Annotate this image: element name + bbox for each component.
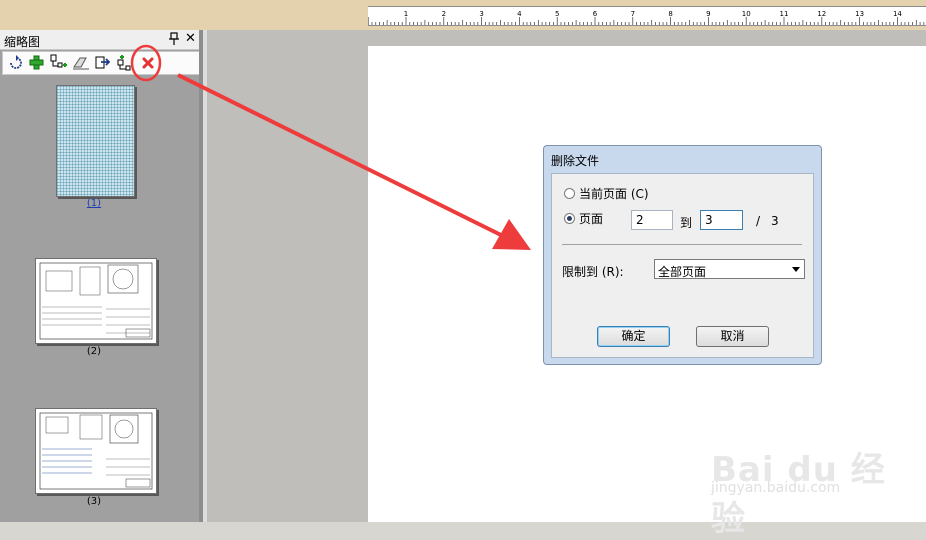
thumbnail-panel: 缩略图 ✕ (1) (2) (3) bbox=[0, 30, 203, 522]
current-page-label: 当前页面 (C) bbox=[579, 187, 649, 201]
total-pages: 3 bbox=[771, 214, 779, 228]
insert-page-icon[interactable] bbox=[49, 54, 67, 72]
ok-button[interactable]: 确定 bbox=[597, 326, 670, 347]
ruler-number: 14 bbox=[893, 10, 902, 18]
dialog-separator bbox=[562, 244, 802, 245]
limit-to-value: 全部页面 bbox=[658, 265, 707, 279]
panel-title-bar: 缩略图 ✕ bbox=[0, 30, 203, 50]
thumbnail-page-3[interactable] bbox=[35, 408, 157, 494]
add-page-icon[interactable] bbox=[28, 54, 46, 72]
ruler-number: 10 bbox=[742, 10, 751, 18]
limit-to-select[interactable]: 全部页面 bbox=[654, 259, 805, 279]
thumbnail-label-3: (3) bbox=[86, 496, 102, 507]
ruler-number: 3 bbox=[479, 10, 483, 18]
horizontal-ruler: 1 2 3 4 5 6 7 8 9 10 11 12 13 14 bbox=[368, 6, 926, 26]
ruler-number: 4 bbox=[517, 10, 522, 18]
from-page-input[interactable] bbox=[631, 210, 673, 230]
extract-page-icon[interactable] bbox=[116, 54, 134, 72]
close-panel-icon[interactable]: ✕ bbox=[185, 31, 196, 46]
thumbnail-list[interactable]: (1) (2) (3) bbox=[0, 75, 203, 522]
thumbnail-label-1: (1) bbox=[86, 198, 102, 209]
ruler-number: 5 bbox=[555, 10, 559, 18]
rotate-icon[interactable] bbox=[7, 54, 25, 72]
page-range-label: 页面 bbox=[579, 212, 604, 226]
slash-separator: / bbox=[756, 214, 761, 228]
ruler-number: 6 bbox=[593, 10, 598, 18]
page-range-radio[interactable] bbox=[564, 213, 575, 224]
dialog-title: 删除文件 bbox=[551, 154, 600, 168]
limit-to-label: 限制到 (R): bbox=[562, 265, 624, 279]
erase-icon[interactable] bbox=[72, 54, 90, 72]
thumbnail-toolbar bbox=[2, 51, 201, 75]
ruler-number: 8 bbox=[668, 10, 672, 18]
thumbnail-page-2[interactable] bbox=[35, 258, 157, 344]
panel-title: 缩略图 bbox=[4, 35, 41, 49]
drawing-preview-2 bbox=[39, 262, 153, 340]
ruler-number: 1 bbox=[404, 10, 408, 18]
to-page-input[interactable] bbox=[700, 210, 743, 230]
ruler-number: 9 bbox=[706, 10, 710, 18]
ruler-ticks: 1 2 3 4 5 6 7 8 9 10 11 12 13 14 bbox=[368, 10, 925, 25]
ruler-number: 13 bbox=[855, 10, 864, 18]
pin-icon[interactable] bbox=[168, 32, 180, 46]
thumbnail-label-2: (2) bbox=[86, 346, 102, 357]
delete-page-icon[interactable] bbox=[139, 54, 157, 72]
thumbnail-page-1[interactable] bbox=[56, 85, 135, 197]
ruler-number: 12 bbox=[817, 10, 826, 18]
delete-pages-dialog: 删除文件 bbox=[543, 145, 822, 365]
export-page-icon[interactable] bbox=[94, 54, 112, 72]
ruler-number: 7 bbox=[631, 10, 635, 18]
baidu-watermark: Bai du 经验 jingyan.baidu.com bbox=[705, 420, 890, 539]
drawing-preview-3 bbox=[39, 412, 153, 490]
ruler-number: 2 bbox=[442, 10, 446, 18]
watermark-url: jingyan.baidu.com bbox=[711, 480, 841, 496]
cancel-button[interactable]: 取消 bbox=[696, 326, 769, 347]
chevron-down-icon bbox=[792, 267, 800, 272]
ruler-number: 11 bbox=[780, 10, 789, 18]
to-label: 到 bbox=[680, 216, 693, 230]
current-page-radio[interactable] bbox=[564, 188, 575, 199]
